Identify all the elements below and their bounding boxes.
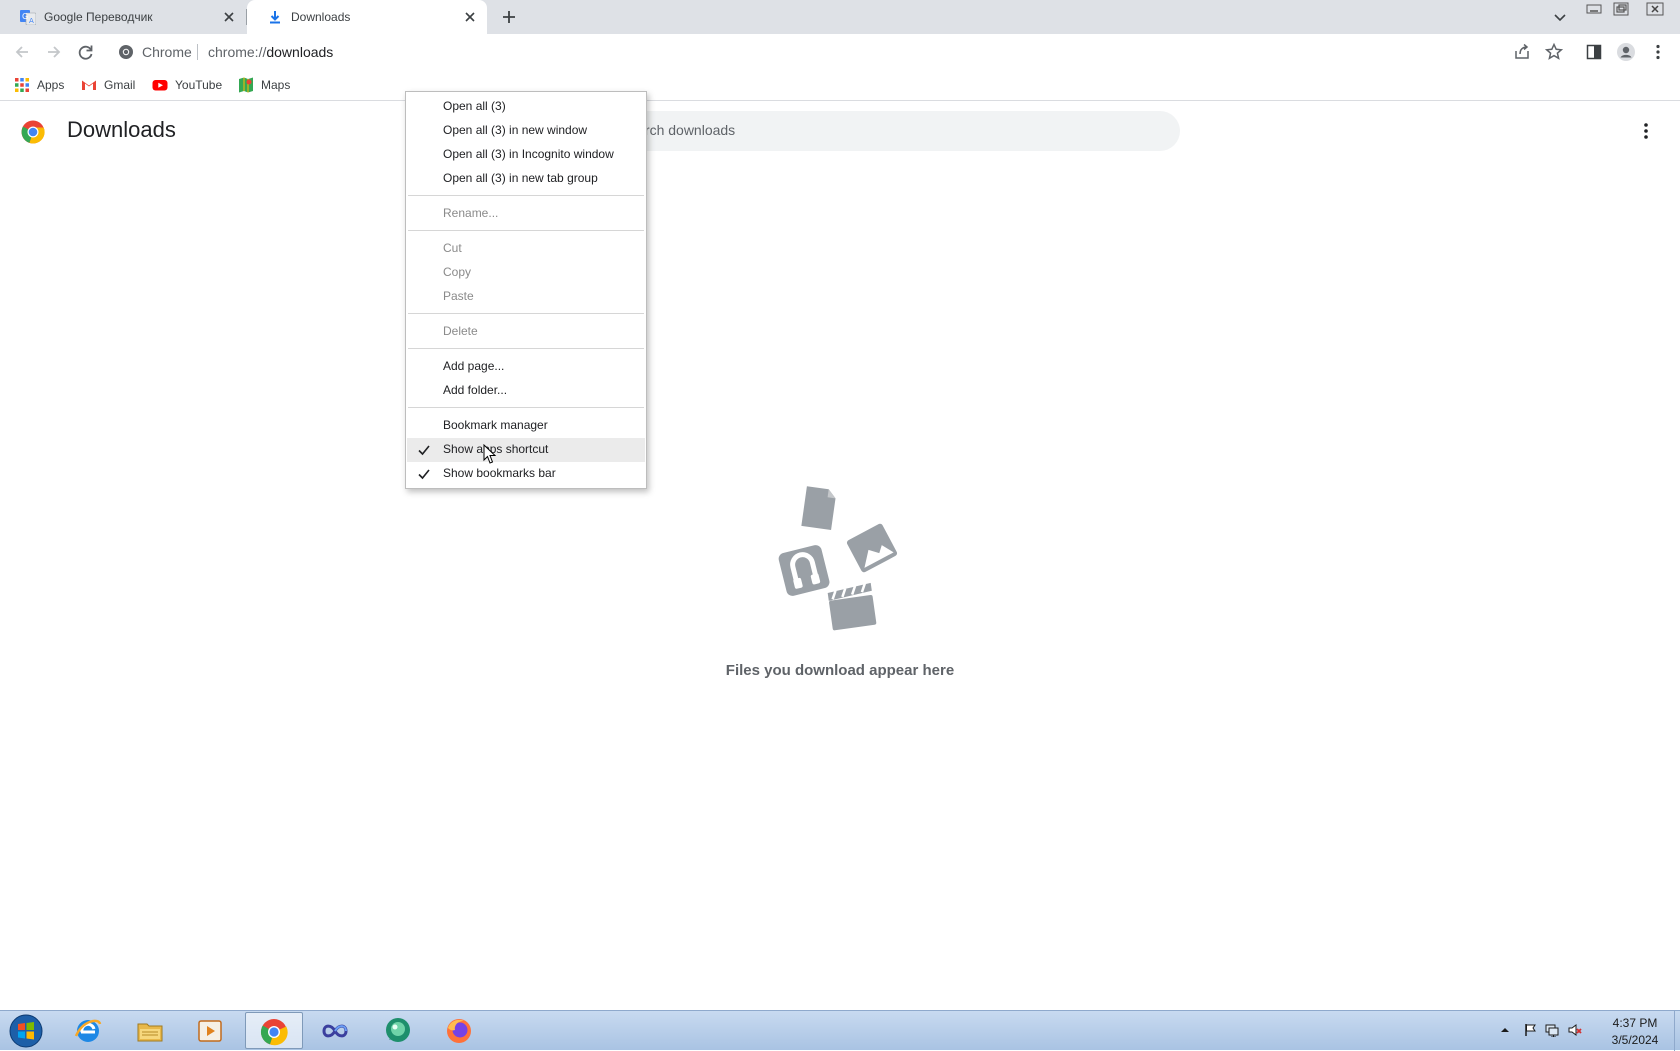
menu-item-show-bookmarks-bar[interactable]: Show bookmarks bar <box>407 462 645 486</box>
menu-item-open-all[interactable]: Open all (3) <box>407 95 645 119</box>
menu-item-bookmark-manager[interactable]: Bookmark manager <box>407 414 645 438</box>
apps-grid-icon <box>15 78 29 92</box>
profile-avatar-icon[interactable] <box>1616 42 1636 62</box>
search-downloads-input[interactable]: Search downloads <box>600 111 1180 151</box>
tab-title: Google Переводчик <box>44 10 153 24</box>
checkmark-icon <box>418 469 430 480</box>
forward-arrow-icon[interactable] <box>44 42 64 62</box>
window-close-icon[interactable] <box>1645 2 1665 16</box>
empty-downloads-illustration <box>778 486 898 631</box>
volume-muted-icon[interactable] <box>1568 1023 1582 1037</box>
page-title: Downloads <box>67 117 176 142</box>
menu-item-open-all-incognito[interactable]: Open all (3) in Incognito window <box>407 143 645 167</box>
menu-item-delete[interactable]: Delete <box>407 320 645 344</box>
menu-separator <box>408 407 644 408</box>
movie-clapper-icon <box>827 582 877 631</box>
checkmark-icon <box>418 445 430 456</box>
tab-strip: G A Google Переводчик Downloads <box>0 0 1680 34</box>
bookmark-youtube[interactable]: YouTube <box>152 76 222 94</box>
menu-separator <box>408 195 644 196</box>
menu-item-add-page[interactable]: Add page... <box>407 355 645 379</box>
clock-date[interactable]: 3/5/2024 <box>1603 1033 1667 1047</box>
address-bar[interactable]: Chrome chrome://downloads <box>110 37 1520 67</box>
file-explorer-icon <box>137 1023 163 1042</box>
bookmark-label: Apps <box>37 78 65 92</box>
chrome-logo-icon <box>21 120 45 144</box>
taskbar-app-internet-explorer[interactable] <box>60 1012 118 1049</box>
site-chip-label: Chrome <box>142 44 192 60</box>
kebab-menu-icon[interactable] <box>1648 42 1668 62</box>
infinity-app-icon <box>322 1024 348 1038</box>
action-center-flag-icon[interactable] <box>1523 1023 1537 1037</box>
firefox-icon <box>447 1019 471 1043</box>
maps-icon <box>239 77 253 93</box>
empty-state-message: Files you download appear here <box>725 662 955 679</box>
tab-google-translate[interactable]: G A Google Переводчик <box>0 0 246 34</box>
clock-time[interactable]: 4:37 PM <box>1605 1016 1665 1030</box>
back-arrow-icon[interactable] <box>12 42 32 62</box>
green-bubble-app-icon <box>386 1018 410 1042</box>
minimize-icon[interactable] <box>1585 2 1605 16</box>
taskbar-app-media-player[interactable] <box>182 1012 240 1049</box>
omnibox-divider <box>197 44 198 60</box>
close-icon[interactable] <box>222 10 236 24</box>
menu-item-paste[interactable]: Paste <box>407 285 645 309</box>
svg-text:A: A <box>29 17 34 25</box>
tab-downloads[interactable]: Downloads <box>247 0 487 34</box>
menu-item-add-folder[interactable]: Add folder... <box>407 379 645 403</box>
youtube-icon <box>152 80 168 91</box>
new-tab-plus-icon[interactable] <box>500 8 518 26</box>
menu-item-open-all-tab-group[interactable]: Open all (3) in new tab group <box>407 167 645 191</box>
bookmark-label: Maps <box>261 78 291 92</box>
chevron-down-icon[interactable] <box>1552 9 1568 25</box>
image-icon <box>846 523 898 573</box>
download-icon <box>270 11 280 24</box>
network-icon[interactable] <box>1545 1023 1559 1037</box>
google-translate-icon: G A <box>20 10 36 25</box>
bookmark-label: YouTube <box>175 78 223 92</box>
chrome-site-icon[interactable] <box>118 44 134 60</box>
taskbar-app-firefox[interactable] <box>431 1012 489 1049</box>
bookmark-gmail[interactable]: Gmail <box>81 76 135 94</box>
internet-explorer-icon <box>74 1019 102 1042</box>
share-icon[interactable] <box>1512 42 1532 62</box>
taskbar-app-green-bubble[interactable] <box>370 1012 428 1049</box>
browser-toolbar: Chrome chrome://downloads <box>0 34 1680 70</box>
svg-text:G: G <box>22 12 28 21</box>
menu-item-open-all-new-window[interactable]: Open all (3) in new window <box>407 119 645 143</box>
document-icon <box>801 486 836 531</box>
taskbar-app-file-explorer[interactable] <box>122 1012 180 1049</box>
side-panel-icon[interactable] <box>1584 42 1604 62</box>
more-actions-menu-icon[interactable] <box>1638 121 1654 141</box>
mouse-cursor-icon <box>483 444 497 464</box>
close-icon[interactable] <box>463 10 477 24</box>
restore-icon[interactable] <box>1612 2 1632 16</box>
taskbar-app-chrome[interactable] <box>245 1012 303 1049</box>
gmail-icon <box>82 80 96 90</box>
menu-item-rename[interactable]: Rename... <box>407 202 645 226</box>
reload-icon[interactable] <box>76 42 96 62</box>
show-hidden-icons-icon[interactable] <box>1498 1023 1512 1037</box>
windows-taskbar: 4:37 PM 3/5/2024 <box>0 1010 1680 1051</box>
media-player-icon <box>198 1020 222 1042</box>
bookmark-maps[interactable]: Maps <box>238 76 290 94</box>
bookmark-label: Gmail <box>104 78 136 92</box>
url-text[interactable]: chrome://downloads <box>208 44 333 60</box>
menu-separator <box>408 348 644 349</box>
tab-title: Downloads <box>291 10 351 24</box>
taskbar-app-infinity[interactable] <box>307 1012 365 1049</box>
music-note-icon <box>778 545 830 596</box>
bookmarks-bar: Apps Gmail YouTube Maps <box>0 70 1680 101</box>
menu-item-show-apps-shortcut[interactable]: Show apps shortcut <box>407 438 645 462</box>
bookmarks-bar-context-menu: Open all (3) Open all (3) in new window … <box>405 91 647 489</box>
menu-separator <box>408 313 644 314</box>
menu-separator <box>408 230 644 231</box>
windows-start-icon[interactable] <box>4 1013 48 1049</box>
menu-item-copy[interactable]: Copy <box>407 261 645 285</box>
star-bookmark-icon[interactable] <box>1544 42 1564 62</box>
bookmark-apps[interactable]: Apps <box>14 76 64 94</box>
menu-item-cut[interactable]: Cut <box>407 237 645 261</box>
chrome-icon <box>260 1019 288 1046</box>
show-desktop-button[interactable] <box>1674 1011 1680 1051</box>
